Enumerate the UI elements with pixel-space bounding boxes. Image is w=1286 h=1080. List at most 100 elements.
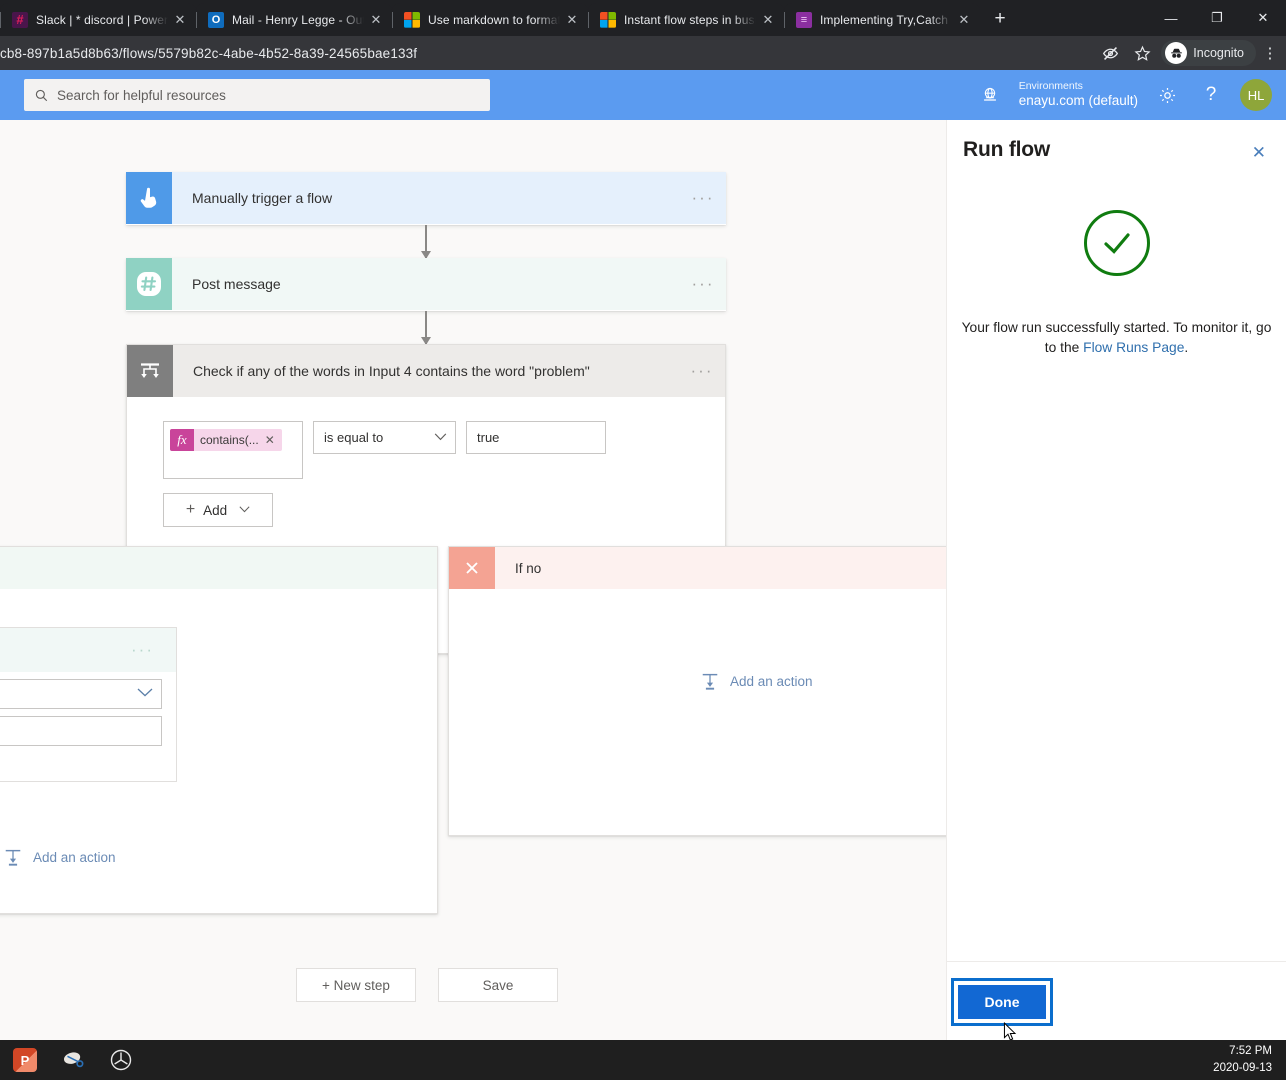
incognito-indicator[interactable]: Incognito <box>1161 40 1256 66</box>
flow-runs-page-link[interactable]: Flow Runs Page <box>1083 340 1184 355</box>
add-action-icon <box>5 849 21 866</box>
taskbar-clock[interactable]: 7:52 PM 2020-09-13 <box>1213 1043 1286 1078</box>
minimize-icon[interactable]: — <box>1148 2 1194 34</box>
step-menu-icon[interactable]: ··· <box>679 345 725 397</box>
step-title: Post message <box>192 276 281 292</box>
slack-hash-icon <box>126 258 172 310</box>
chevron-down-icon <box>434 432 447 444</box>
browser-tab[interactable]: Instant flow steps in busines ✕ <box>588 3 784 36</box>
mouse-cursor <box>1003 1022 1017 1041</box>
expression-token[interactable]: fx contains(... ✕ <box>170 429 282 451</box>
branch-if-yes[interactable]: ··· eral t 4 contains the word problem <box>0 546 438 914</box>
address-bar-input[interactable]: cb8-897b1a5d8b63/flows/5579b82c-4abe-4b5… <box>0 46 1097 61</box>
condition-icon <box>127 345 173 397</box>
designer-bottom-actions: + New step Save <box>296 968 558 1002</box>
browser-tab[interactable]: Slack | * discord | Power Aut ✕ <box>0 3 196 36</box>
operator-value: is equal to <box>324 430 384 445</box>
token-remove-icon[interactable]: ✕ <box>265 433 282 447</box>
browser-tab[interactable]: Mail - Henry Legge - Outloo ✕ <box>196 3 392 36</box>
gear-icon[interactable] <box>1152 80 1182 110</box>
run-message-suffix: . <box>1184 340 1189 355</box>
browser-tab[interactable]: Use markdown to format Po ✕ <box>392 3 588 36</box>
browser-menu-icon[interactable]: ⋮ <box>1262 46 1278 61</box>
step-header: Post message ··· <box>126 258 726 310</box>
add-action-button-no[interactable]: Add an action <box>700 671 813 691</box>
browser-toolbar: cb8-897b1a5d8b63/flows/5579b82c-4abe-4b5… <box>0 36 1286 70</box>
windows-taskbar: P 7:52 PM 2020-09-13 <box>0 1040 1286 1080</box>
flow-designer-canvas: Manually trigger a flow ··· Post message… <box>0 120 946 1040</box>
window-close-icon[interactable]: ✕ <box>1240 2 1286 34</box>
tab-title: Implementing Try,Catch and <box>820 12 952 27</box>
run-status-message: Your flow run successfully started. To m… <box>947 318 1286 358</box>
avatar[interactable]: HL <box>1240 79 1272 111</box>
add-action-icon <box>702 673 718 690</box>
tab-close-icon[interactable]: ✕ <box>760 12 776 28</box>
restore-icon[interactable]: ❐ <box>1194 2 1240 34</box>
app-header: Search for helpful resources Environment… <box>0 70 1286 120</box>
nested-flow-step-post-message[interactable]: ··· eral t 4 contains the word problem <box>0 627 177 782</box>
tab-title: Mail - Henry Legge - Outloo <box>232 12 364 27</box>
run-flow-header: Run flow ✕ <box>947 120 1286 162</box>
clock-time: 7:52 PM <box>1229 1044 1272 1057</box>
search-input[interactable]: Search for helpful resources <box>24 79 490 111</box>
run-flow-panel: Run flow ✕ Your flow run successfully st… <box>946 120 1286 1041</box>
panel-close-icon[interactable]: ✕ <box>1252 138 1266 161</box>
tab-close-icon[interactable]: ✕ <box>564 12 580 28</box>
save-button[interactable]: Save <box>438 968 558 1002</box>
message-text-input[interactable]: t 4 contains the word problem <box>0 716 162 746</box>
step-menu-icon[interactable]: ··· <box>680 258 726 310</box>
tab-title: Use markdown to format Po <box>428 12 560 27</box>
snagit-icon[interactable] <box>58 1045 88 1075</box>
clock-date: 2020-09-13 <box>1213 1062 1272 1074</box>
environment-value: enayu.com (default) <box>1018 93 1138 109</box>
condition-value-input[interactable]: true <box>466 421 606 454</box>
flow-step-post-message[interactable]: Post message ··· <box>126 258 726 311</box>
incognito-icon <box>1165 42 1188 64</box>
branch-header: If no <box>449 547 946 589</box>
tab-close-icon[interactable]: ✕ <box>368 12 384 28</box>
new-tab-button[interactable]: + <box>986 5 1014 33</box>
environments-label: Environments <box>1018 80 1083 92</box>
run-flow-footer: Done <box>947 961 1286 1041</box>
connector-arrow <box>421 225 431 259</box>
branch-header <box>0 547 437 589</box>
close-icon <box>449 547 495 589</box>
tab-close-icon[interactable]: ✕ <box>956 12 972 28</box>
step-header: Manually trigger a flow ··· <box>126 172 726 224</box>
channel-select[interactable]: eral <box>0 679 162 709</box>
add-condition-button[interactable]: + Add <box>163 493 273 527</box>
condition-left-operand-field[interactable]: fx contains(... ✕ <box>163 421 303 479</box>
help-icon[interactable]: ? <box>1196 80 1226 110</box>
plus-icon: + <box>185 501 196 518</box>
panel-title: Run flow <box>963 138 1051 161</box>
tab-title: Slack | * discord | Power Aut <box>36 12 168 27</box>
eye-slash-icon[interactable] <box>1097 40 1123 66</box>
powerpoint-icon[interactable]: P <box>10 1045 40 1075</box>
add-action-button-yes[interactable]: Add an action <box>3 847 116 867</box>
outlook-icon <box>208 11 224 28</box>
circle-icon[interactable] <box>106 1045 136 1075</box>
condition-operator-select[interactable]: is equal to <box>313 421 456 454</box>
expression-token-label: contains(... <box>200 433 259 447</box>
app-header-actions: Environments enayu.com (default) ? HL <box>975 79 1286 111</box>
done-button[interactable]: Done <box>958 985 1046 1019</box>
tab-title: Instant flow steps in busines <box>624 12 756 27</box>
environment-globe-icon <box>975 80 1005 110</box>
slack-icon <box>12 11 28 28</box>
branch-if-no[interactable]: If no Add an action <box>448 546 946 836</box>
nested-step-menu-icon[interactable]: ··· <box>131 640 176 660</box>
environment-selector[interactable]: Environments enayu.com (default) <box>1019 80 1138 110</box>
bookmark-star-icon[interactable] <box>1129 40 1155 66</box>
chevron-down-icon <box>239 504 250 516</box>
new-step-button[interactable]: + New step <box>296 968 416 1002</box>
step-menu-icon[interactable]: ··· <box>680 172 726 224</box>
nested-step-header: ··· <box>0 628 176 672</box>
tab-close-icon[interactable]: ✕ <box>172 12 188 28</box>
manual-trigger-icon <box>126 172 172 224</box>
flow-step-trigger[interactable]: Manually trigger a flow ··· <box>126 172 726 225</box>
add-label: Add <box>203 502 228 518</box>
success-check-icon <box>1083 210 1150 276</box>
window-controls: — ❐ ✕ <box>1148 0 1286 36</box>
browser-tab[interactable]: Implementing Try,Catch and ✕ <box>784 3 980 36</box>
toolbar-actions: Incognito ⋮ <box>1097 40 1286 66</box>
